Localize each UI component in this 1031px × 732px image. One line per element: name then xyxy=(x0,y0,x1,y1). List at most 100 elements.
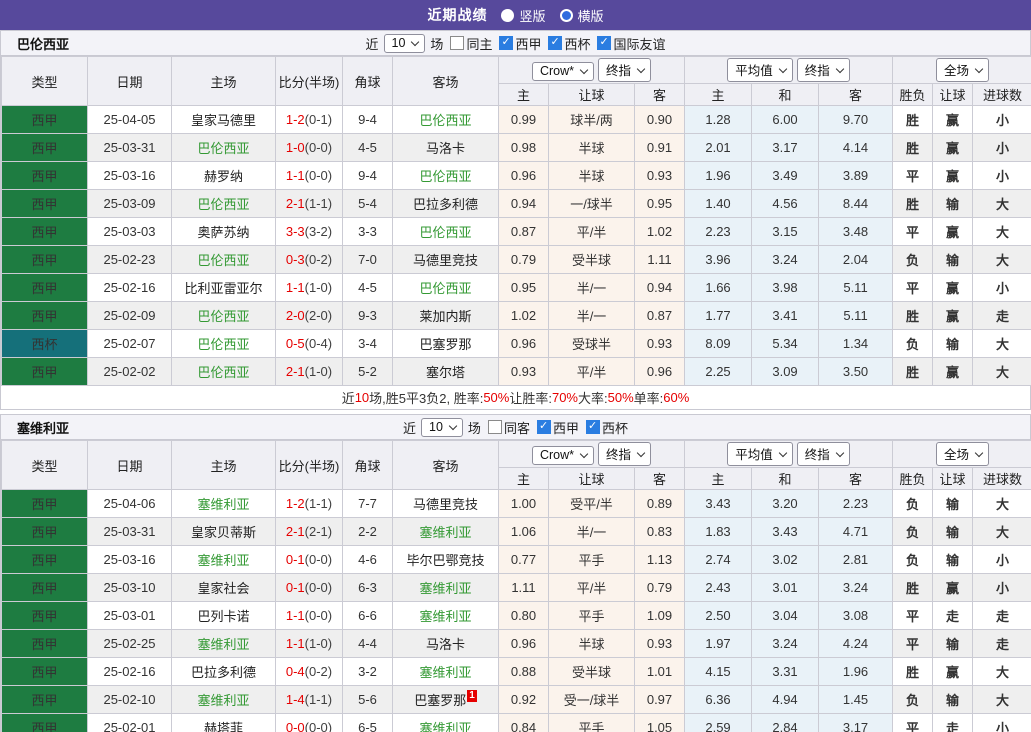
team-link[interactable]: 毕尔巴鄂竞技 xyxy=(406,553,484,568)
team-link[interactable]: 巴伦西亚 xyxy=(419,281,471,296)
halftime-score: (0-1) xyxy=(305,112,332,127)
fulltime-score: 2-0 xyxy=(286,308,305,323)
same-venue-checkbox[interactable]: 同主 xyxy=(450,34,492,53)
same-venue-checkbox[interactable]: 同客 xyxy=(488,418,530,437)
team-link[interactable]: 巴伦西亚 xyxy=(197,309,249,324)
match-row: 西甲25-02-23巴伦西亚0-3(0-2)7-0马德里竞技0.79受半球1.1… xyxy=(2,246,1031,274)
team-link[interactable]: 巴拉多利德 xyxy=(413,197,478,212)
avg-home: 2.23 xyxy=(685,218,752,246)
avg-draw: 4.56 xyxy=(752,190,819,218)
team-link[interactable]: 巴拉多利德 xyxy=(191,665,256,680)
team-link[interactable]: 塞维利亚 xyxy=(419,581,471,596)
team-link[interactable]: 马德里竞技 xyxy=(413,497,478,512)
avg-company-select[interactable]: 平均值 xyxy=(727,442,793,466)
avg-home: 1.96 xyxy=(685,162,752,190)
recent-count-select[interactable]: 10 xyxy=(421,418,463,437)
away-team-cell: 巴塞罗那 xyxy=(393,330,499,358)
result-goals: 大 xyxy=(973,490,1031,518)
team-link[interactable]: 比利亚雷亚尔 xyxy=(184,281,262,296)
selected-option-label: Crow* xyxy=(540,64,574,78)
avg-away: 5.11 xyxy=(819,302,893,330)
team-link[interactable]: 巴伦西亚 xyxy=(197,337,249,352)
team-link[interactable]: 塞尔塔 xyxy=(426,365,465,380)
avg-away: 5.11 xyxy=(819,274,893,302)
odds-company-select[interactable]: Crow* xyxy=(532,446,594,465)
chevron-down-icon xyxy=(975,64,983,72)
team-link[interactable]: 塞维利亚 xyxy=(419,721,471,732)
result-handicap: 赢 xyxy=(933,574,973,602)
score-cell: 0-4(0-2) xyxy=(276,658,343,686)
sub-column-header: 让球 xyxy=(933,84,973,106)
score-cell: 2-1(2-1) xyxy=(276,518,343,546)
odds-company-select[interactable]: Crow* xyxy=(532,62,594,81)
team-link[interactable]: 塞维利亚 xyxy=(419,609,471,624)
team-link[interactable]: 皇家贝蒂斯 xyxy=(191,525,256,540)
team-link[interactable]: 巴伦西亚 xyxy=(197,253,249,268)
horizontal-layout-radio[interactable]: 横版 xyxy=(560,6,604,25)
vertical-layout-radio[interactable]: 竖版 xyxy=(501,6,545,25)
avg-draw: 3.09 xyxy=(752,358,819,386)
avg-stage-select[interactable]: 终指 xyxy=(797,58,850,82)
team-link[interactable]: 赫罗纳 xyxy=(204,169,243,184)
team-link[interactable]: 塞维利亚 xyxy=(197,693,249,708)
team-link[interactable]: 巴伦西亚 xyxy=(419,169,471,184)
score-cell: 0-0(0-0) xyxy=(276,714,343,732)
league-filter-checkbox[interactable]: 西杯 xyxy=(586,418,628,437)
team-link[interactable]: 马德里竞技 xyxy=(413,253,478,268)
team-link[interactable]: 赫塔菲 xyxy=(204,721,243,732)
home-team-cell: 皇家马德里 xyxy=(172,106,276,134)
odds-away: 0.91 xyxy=(635,134,685,162)
avg-home: 1.83 xyxy=(685,518,752,546)
team-link[interactable]: 莱加内斯 xyxy=(419,309,471,324)
home-team-cell: 皇家贝蒂斯 xyxy=(172,518,276,546)
avg-stage-select[interactable]: 终指 xyxy=(797,442,850,466)
team-link[interactable]: 塞维利亚 xyxy=(197,497,249,512)
red-card-badge: 1 xyxy=(467,690,477,702)
avg-company-select[interactable]: 平均值 xyxy=(727,58,793,82)
recent-count-select[interactable]: 10 xyxy=(384,34,426,53)
avg-home: 2.50 xyxy=(685,602,752,630)
league-filter-checkbox[interactable]: 西杯 xyxy=(548,34,590,53)
score-cell: 2-1(1-0) xyxy=(276,358,343,386)
team-link[interactable]: 巴伦西亚 xyxy=(419,225,471,240)
odds-home: 0.94 xyxy=(499,190,549,218)
avg-home: 1.77 xyxy=(685,302,752,330)
full-match-select[interactable]: 全场 xyxy=(936,442,989,466)
team-link[interactable]: 皇家社会 xyxy=(197,581,249,596)
fulltime-score: 1-2 xyxy=(286,496,305,511)
corners-cell: 6-5 xyxy=(343,714,393,732)
team-link[interactable]: 巴塞罗那 xyxy=(414,693,466,708)
team-link[interactable]: 巴伦西亚 xyxy=(197,197,249,212)
team-link[interactable]: 塞维利亚 xyxy=(197,553,249,568)
odds-home: 1.06 xyxy=(499,518,549,546)
team-link[interactable]: 塞维利亚 xyxy=(419,525,471,540)
team-link[interactable]: 巴塞罗那 xyxy=(419,337,471,352)
team-link[interactable]: 巴列卡诺 xyxy=(197,609,249,624)
team-link[interactable]: 马洛卡 xyxy=(426,637,465,652)
avg-home: 2.01 xyxy=(685,134,752,162)
league-filter-checkbox[interactable]: 西甲 xyxy=(537,418,579,437)
league-filter-checkbox[interactable]: 西甲 xyxy=(499,34,541,53)
team-link[interactable]: 巴伦西亚 xyxy=(197,365,249,380)
odds-stage-select[interactable]: 终指 xyxy=(598,442,651,466)
league-badge: 西甲 xyxy=(2,518,88,546)
full-match-select[interactable]: 全场 xyxy=(936,58,989,82)
corners-cell: 4-5 xyxy=(343,274,393,302)
team-link[interactable]: 巴伦西亚 xyxy=(197,141,249,156)
halftime-score: (0-0) xyxy=(305,580,332,595)
team-link[interactable]: 塞维利亚 xyxy=(419,665,471,680)
home-team-cell: 塞维利亚 xyxy=(172,630,276,658)
league-badge: 西甲 xyxy=(2,302,88,330)
odds-away: 1.11 xyxy=(635,246,685,274)
team-link[interactable]: 奥萨苏纳 xyxy=(197,225,249,240)
team-link[interactable]: 皇家马德里 xyxy=(191,113,256,128)
odds-stage-select[interactable]: 终指 xyxy=(598,58,651,82)
chevron-down-icon xyxy=(411,37,419,45)
team-link[interactable]: 塞维利亚 xyxy=(197,637,249,652)
team-link[interactable]: 马洛卡 xyxy=(426,141,465,156)
corners-cell: 7-7 xyxy=(343,490,393,518)
result-goals: 小 xyxy=(973,574,1031,602)
result-handicap: 赢 xyxy=(933,162,973,190)
league-filter-checkbox[interactable]: 国际友谊 xyxy=(597,34,665,53)
team-link[interactable]: 巴伦西亚 xyxy=(419,113,471,128)
